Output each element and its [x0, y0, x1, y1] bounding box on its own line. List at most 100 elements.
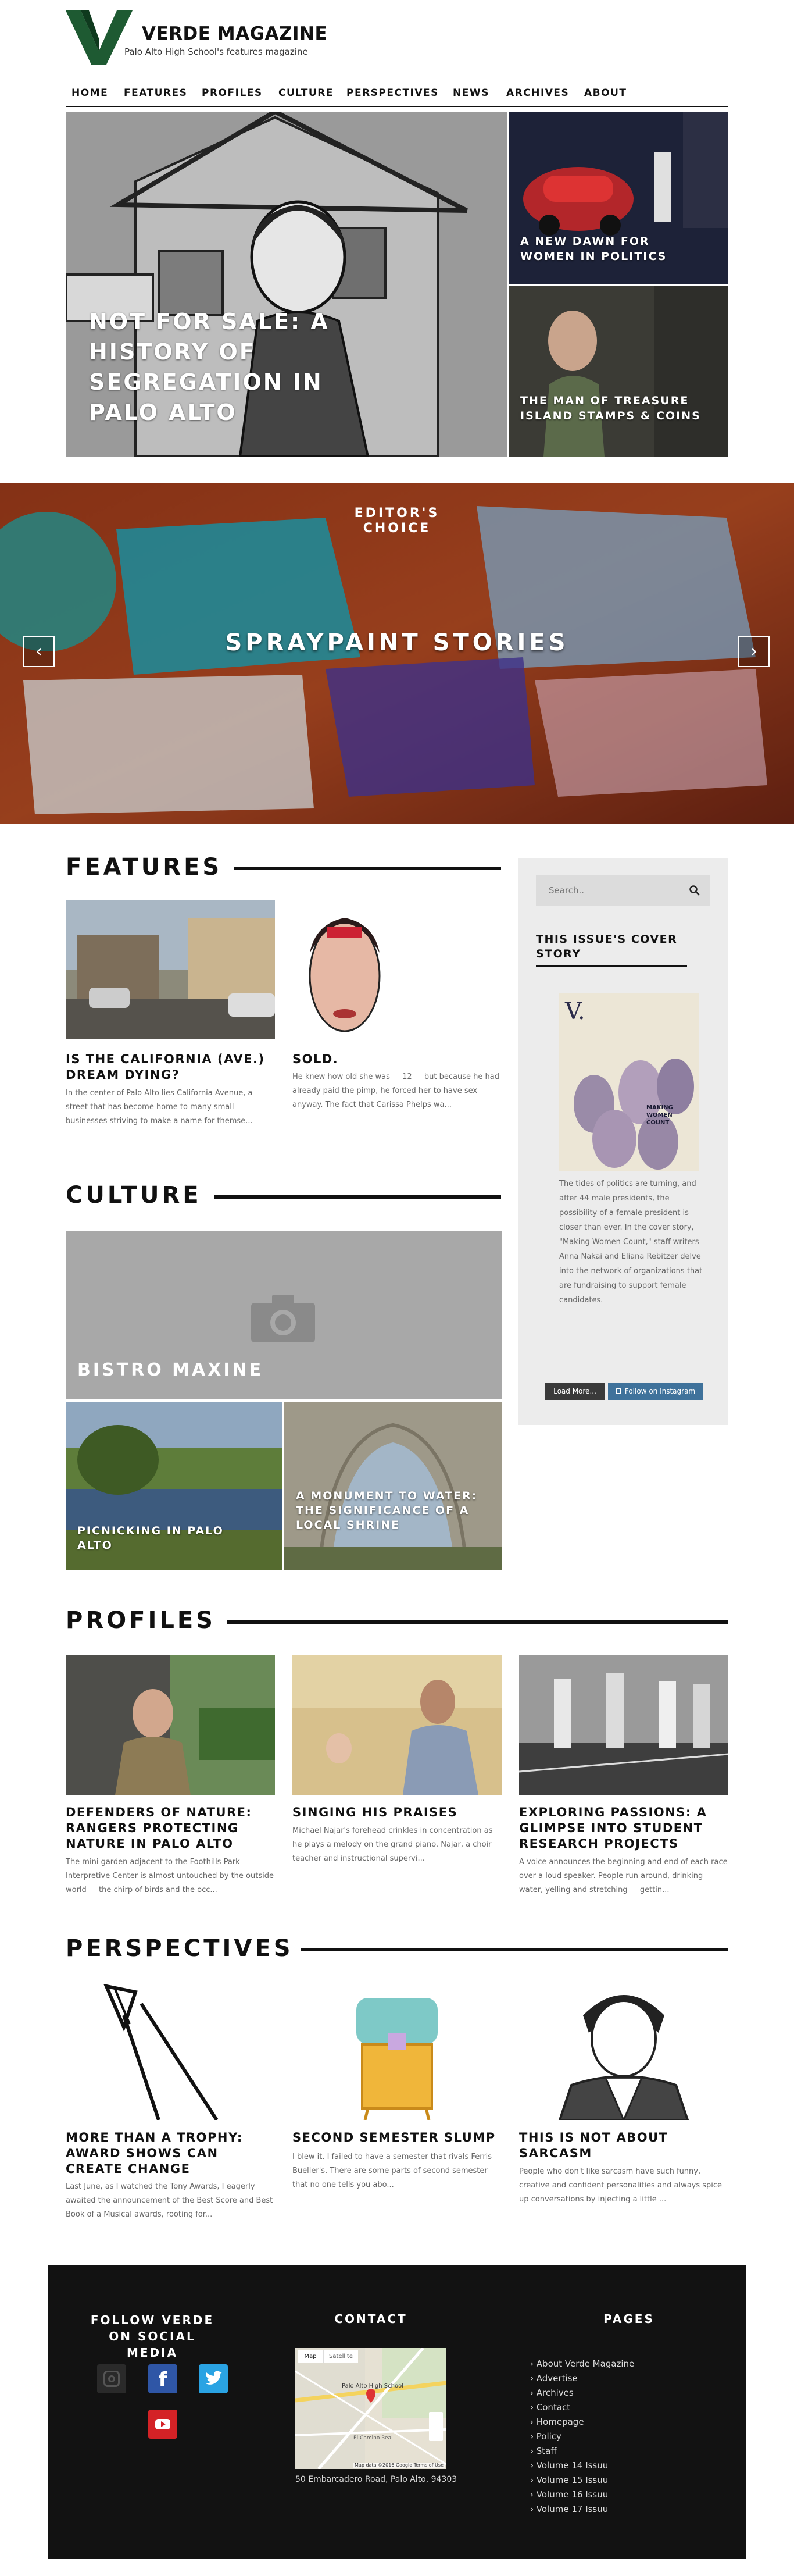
twitter-social-icon[interactable]: [199, 2364, 228, 2393]
map-credit: Map data ©2016 Google Terms of Use: [353, 2463, 445, 2468]
editors-choice-carousel[interactable]: EDITOR'S CHOICE SPRAYPAINT STORIES: [0, 483, 794, 824]
contact-map[interactable]: Map Satellite Palo Alto High School El C…: [295, 2348, 446, 2469]
hero-main-title[interactable]: NOT FOR SALE: A HISTORY OF SEGREGATION I…: [89, 307, 391, 427]
feature-title-california[interactable]: IS THE CALIFORNIA (AVE.) DREAM DYING?: [66, 1052, 275, 1083]
perspective-title-slump[interactable]: SECOND SEMESTER SLUMP: [292, 2130, 502, 2146]
page-link-label: Archives: [536, 2388, 574, 2398]
profile-title-passions[interactable]: EXPLORING PASSIONS: A GLIMPSE INTO STUDE…: [519, 1805, 728, 1852]
profile-excerpt-rangers: The mini garden adjacent to the Foothill…: [66, 1858, 274, 1894]
search-input[interactable]: [536, 875, 681, 906]
site-title[interactable]: VERDE MAGAZINE: [142, 23, 327, 44]
culture-main-title[interactable]: BISTRO MAXINE: [77, 1360, 263, 1380]
map-road-label: El Camino Real: [353, 2435, 393, 2441]
page-link[interactable]: › Volume 14 Issuu: [530, 2460, 608, 2471]
nav-home[interactable]: HOME: [71, 87, 108, 99]
profiles-heading[interactable]: PROFILES: [66, 1607, 216, 1634]
nav-profiles[interactable]: PROFILES: [202, 87, 263, 99]
page-link[interactable]: › Homepage: [530, 2417, 584, 2427]
cover-story-heading: THIS ISSUE'S COVER STORY: [536, 933, 678, 960]
hero-bottom-right-story[interactable]: THE MAN OF TREASURE ISLAND STAMPS & COIN…: [509, 286, 728, 457]
profile-excerpt-passions: A voice announces the beginning and end …: [519, 1858, 728, 1894]
cover-image[interactable]: V. MAKING WOMEN COUNT: [559, 993, 699, 1171]
culture-left-story[interactable]: PICNICKING IN PALO ALTO: [66, 1402, 282, 1570]
carousel-next-button[interactable]: ›: [738, 636, 770, 667]
hero-top-right-story[interactable]: A NEW DAWN FOR WOMEN IN POLITICS: [509, 112, 728, 284]
nav-culture[interactable]: CULTURE: [278, 87, 334, 99]
map-tab-map[interactable]: Map: [298, 2350, 323, 2363]
page-link[interactable]: › Volume 16 Issuu: [530, 2489, 608, 2500]
profile-thumb-rangers[interactable]: [66, 1655, 275, 1795]
nav-perspectives[interactable]: PERSPECTIVES: [346, 87, 439, 99]
page-link[interactable]: › Archives: [530, 2388, 574, 2398]
culture-heading[interactable]: CULTURE: [66, 1182, 202, 1209]
page-link[interactable]: › Policy: [530, 2431, 561, 2442]
footer-social-heading: FOLLOW VERDE ON SOCIAL MEDIA: [90, 2313, 214, 2360]
page-link-label: About Verde Magazine: [536, 2358, 635, 2369]
perspectives-rule: [301, 1948, 728, 1951]
feature-thumb-sold[interactable]: [292, 900, 502, 1039]
features-heading[interactable]: FEATURES: [66, 854, 222, 881]
search-icon[interactable]: [689, 885, 700, 896]
profile-title-singing[interactable]: SINGING HIS PRAISES: [292, 1805, 502, 1820]
load-more-button[interactable]: Load More...: [545, 1383, 605, 1400]
culture-left-title[interactable]: PICNICKING IN PALO ALTO: [77, 1524, 263, 1553]
page-link-label: Volume 14 Issuu: [536, 2460, 609, 2471]
page-link-label: Volume 17 Issuu: [536, 2504, 609, 2514]
carousel-title[interactable]: SPRAYPAINT STORIES: [0, 629, 794, 656]
page-link[interactable]: › Volume 15 Issuu: [530, 2475, 608, 2485]
verde-logo[interactable]: [66, 10, 133, 65]
profile-title-rangers[interactable]: DEFENDERS OF NATURE: RANGERS PROTECTING …: [66, 1805, 275, 1852]
nav-features[interactable]: FEATURES: [124, 87, 187, 99]
man-photo: [509, 286, 728, 457]
perspectives-heading[interactable]: PERSPECTIVES: [66, 1935, 294, 1962]
feature-excerpt-california: In the center of Palo Alto lies Californ…: [66, 1089, 253, 1125]
instagram-social-icon[interactable]: [97, 2364, 126, 2393]
page-link[interactable]: › Advertise: [530, 2373, 578, 2383]
page: VERDE MAGAZINE Palo Alto High School's f…: [0, 0, 794, 2576]
map-zoom-controls[interactable]: [429, 2412, 443, 2441]
culture-right-story[interactable]: A MONUMENT TO WATER: THE SIGNIFICANCE OF…: [284, 1402, 502, 1570]
footer: FOLLOW VERDE ON SOCIAL MEDIA f CONTACT M…: [48, 2265, 746, 2559]
sidebar: THIS ISSUE'S COVER STORY V. MAKING WOMEN…: [518, 858, 728, 1425]
perspective-thumb-slump[interactable]: [292, 1980, 502, 2120]
map-tab-satellite[interactable]: Satellite: [323, 2350, 358, 2363]
perspective-title-trophy[interactable]: MORE THAN A TROPHY: AWARD SHOWS CAN CREA…: [66, 2130, 275, 2177]
perspective-title-sarcasm[interactable]: THIS IS NOT ABOUT SARCASM: [519, 2130, 728, 2161]
page-link-label: Homepage: [536, 2417, 584, 2427]
nav-archives[interactable]: ARCHIVES: [506, 87, 569, 99]
follow-instagram-button[interactable]: Follow on Instagram: [608, 1383, 703, 1400]
perspective-excerpt-slump: I blew it. I failed to have a semester t…: [292, 2153, 492, 2189]
hero-main-story[interactable]: NOT FOR SALE: A HISTORY OF SEGREGATION I…: [66, 112, 507, 457]
page-link-label: Staff: [536, 2446, 557, 2456]
perspective-thumb-sarcasm[interactable]: [519, 1980, 728, 2120]
carousel-prev-button[interactable]: ‹: [23, 636, 55, 667]
cover-words: MAKING WOMEN COUNT: [646, 1104, 673, 1126]
feature-excerpt-sold: He knew how old she was — 12 — but becau…: [292, 1073, 499, 1109]
culture-rule: [214, 1195, 501, 1199]
facebook-social-icon[interactable]: f: [148, 2364, 177, 2393]
page-link[interactable]: › Staff: [530, 2446, 557, 2456]
youtube-social-icon[interactable]: [148, 2410, 177, 2439]
profile-thumb-passions[interactable]: [519, 1655, 728, 1795]
culture-main-story[interactable]: BISTRO MAXINE: [66, 1231, 502, 1399]
hero-bottom-right-title[interactable]: THE MAN OF TREASURE ISLAND STAMPS & COIN…: [520, 393, 706, 423]
feature-title-sold[interactable]: SOLD.: [292, 1052, 502, 1067]
feature-thumb-california[interactable]: [66, 900, 275, 1039]
follow-instagram-label: Follow on Instagram: [624, 1387, 696, 1395]
perspective-excerpt-trophy: Last June, as I watched the Tony Awards,…: [66, 2182, 273, 2219]
hero-top-right-title[interactable]: A NEW DAWN FOR WOMEN IN POLITICS: [520, 234, 689, 264]
page-link[interactable]: › About Verde Magazine: [530, 2358, 634, 2369]
page-link-label: Contact: [536, 2402, 571, 2413]
carousel-kicker: EDITOR'S CHOICE: [354, 506, 440, 536]
page-link[interactable]: › Contact: [530, 2402, 570, 2413]
culture-right-title[interactable]: A MONUMENT TO WATER: THE SIGNIFICANCE OF…: [296, 1489, 482, 1533]
page-link[interactable]: › Volume 17 Issuu: [530, 2504, 608, 2514]
search-box[interactable]: [536, 875, 710, 906]
nav-about[interactable]: ABOUT: [584, 87, 627, 99]
profile-thumb-singing[interactable]: [292, 1655, 502, 1795]
page-link-label: Advertise: [536, 2373, 578, 2383]
nav-news[interactable]: NEWS: [453, 87, 489, 99]
cover-story-text: The tides of politics are turning, and a…: [559, 1180, 703, 1305]
footer-contact-heading: CONTACT: [334, 2312, 407, 2326]
perspective-thumb-trophy[interactable]: [66, 1980, 275, 2120]
